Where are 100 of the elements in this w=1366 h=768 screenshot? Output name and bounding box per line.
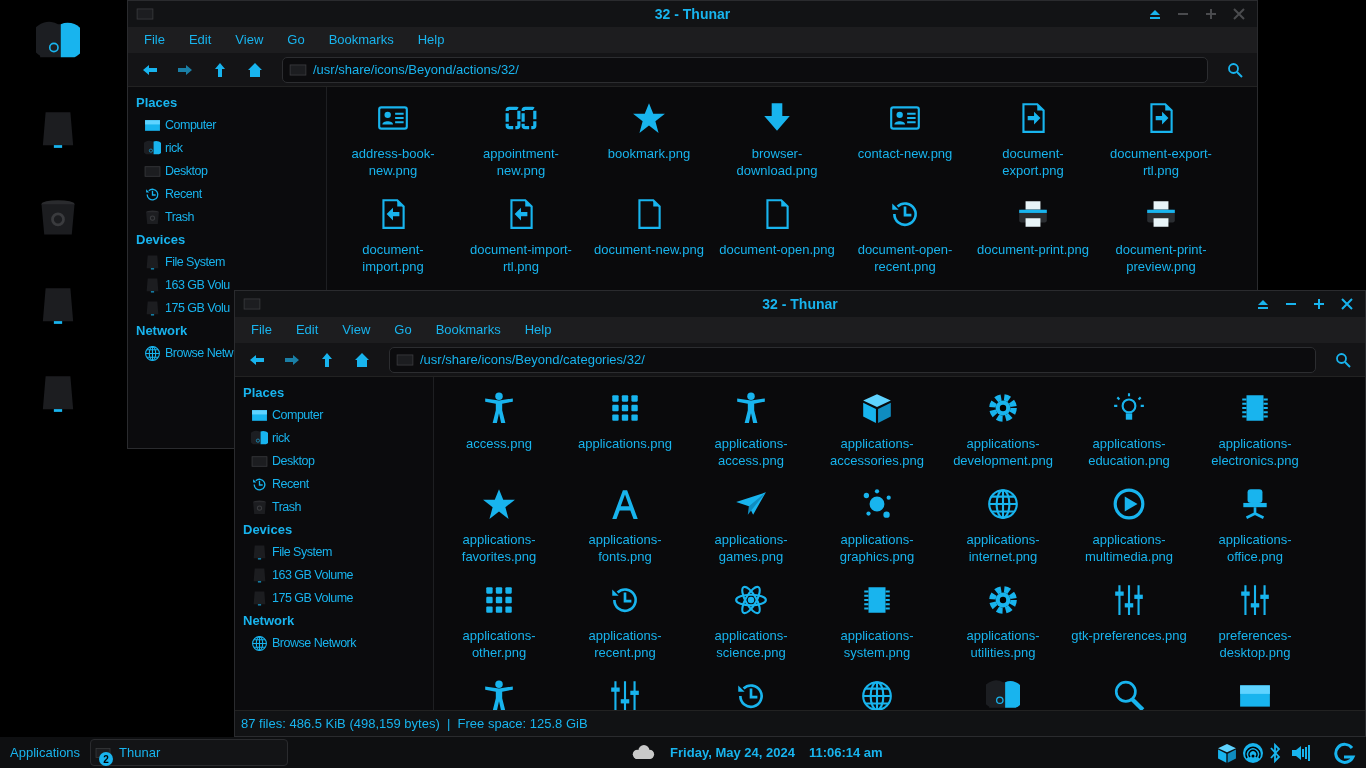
sidebar-item[interactable]: File System: [243, 541, 332, 564]
applications-menu[interactable]: Applications: [0, 742, 91, 763]
home-button[interactable]: [354, 351, 370, 368]
file-name: document-export-rtl.png: [1109, 145, 1213, 179]
sidebar-item[interactable]: 175 GB Volume: [243, 587, 354, 610]
menu-item[interactable]: Bookmarks: [328, 30, 394, 50]
sidebar-item[interactable]: rick: [136, 137, 183, 160]
location-path: /usr/share/icons/Beyond/categories/32/: [420, 350, 645, 369]
menu-item[interactable]: Help: [524, 320, 552, 340]
sidebar-item[interactable]: Recent: [243, 473, 309, 496]
window-title: 32 - Thunar: [654, 4, 731, 24]
person-icon: [482, 679, 516, 710]
sidebar-item[interactable]: Desktop: [243, 450, 315, 473]
task-button[interactable]: 2 Thunar: [90, 739, 289, 766]
person-icon: [482, 391, 516, 425]
file-name: document-import-rtl.png: [469, 241, 573, 275]
date-text: Friday, May 24, 2024: [670, 743, 795, 762]
wireless-icon[interactable]: [1242, 741, 1264, 764]
disc-icon: [251, 430, 268, 447]
search-button[interactable]: [1227, 61, 1243, 78]
monitor-icon: [251, 407, 268, 424]
sidebar-item[interactable]: File System: [136, 251, 225, 274]
location-field[interactable]: /usr/share/icons/Beyond/actions/32/: [282, 56, 1208, 83]
trash-icon: [251, 499, 268, 516]
file-name: document-open.png: [718, 241, 836, 258]
sliders-icon: [608, 679, 642, 710]
menu-item[interactable]: View: [235, 30, 264, 50]
menu-item[interactable]: Help: [417, 30, 445, 50]
menu-item[interactable]: View: [342, 320, 371, 340]
sidebar-heading: Places: [136, 94, 178, 113]
drive-icon: [251, 590, 268, 607]
home-button[interactable]: [247, 61, 263, 78]
file-name: applications.png: [577, 435, 673, 452]
eject-button[interactable]: [1257, 298, 1269, 310]
location-path: /usr/share/icons/Beyond/actions/32/: [313, 60, 519, 79]
close-button[interactable]: [1341, 298, 1353, 310]
file-name: applications-games.png: [713, 531, 789, 565]
sidebar-item[interactable]: 163 GB Volu: [136, 274, 230, 297]
sidebar-item[interactable]: Browse Netw: [136, 342, 234, 365]
menu-item[interactable]: Edit: [295, 320, 319, 340]
up-button[interactable]: [212, 61, 228, 78]
search-button[interactable]: [1335, 351, 1351, 368]
star-icon: [632, 101, 666, 135]
menu-item[interactable]: File: [251, 320, 272, 340]
sidebar-item[interactable]: Trash: [136, 206, 194, 229]
file-name: address-book-new.png: [350, 145, 436, 179]
menu-item[interactable]: Edit: [188, 30, 212, 50]
clock-icon: [144, 186, 161, 203]
up-button[interactable]: [319, 351, 335, 368]
sidebar-item[interactable]: Recent: [136, 183, 202, 206]
clock-icon: [251, 476, 268, 493]
file-name: applications-office.png: [1217, 531, 1293, 565]
sidebar-item[interactable]: Computer: [243, 404, 323, 427]
gear-icon: [986, 583, 1020, 617]
file-name: document-export.png: [1001, 145, 1065, 179]
dark-screen-icon: [144, 163, 161, 180]
sidebar-heading: Places: [243, 384, 285, 403]
sidebar-item[interactable]: 163 GB Volume: [243, 564, 354, 587]
file-name: applications-other.png: [461, 627, 537, 661]
globe-icon: [144, 345, 161, 362]
file-name: bookmark.png: [606, 145, 692, 162]
menu-item[interactable]: Bookmarks: [435, 320, 501, 340]
file-name: applications-access.png: [713, 435, 789, 469]
disc-icon: [144, 140, 161, 157]
sidebar-item[interactable]: Browse Network: [243, 632, 356, 655]
file-name: access.png: [465, 435, 533, 452]
file-name: browser-download.png: [735, 145, 819, 179]
file-name: applications-utilities.png: [965, 627, 1041, 661]
atom-icon: [734, 583, 768, 617]
maximize-button[interactable]: [1313, 298, 1325, 310]
sliders-icon: [1238, 583, 1272, 617]
eject-button[interactable]: [1149, 8, 1161, 20]
dark-screen-icon: [251, 453, 268, 470]
file-name: gtk-preferences.png: [1070, 627, 1188, 644]
sidebar-item[interactable]: Computer: [136, 114, 216, 137]
menu-item[interactable]: Go: [287, 30, 305, 50]
location-field[interactable]: /usr/share/icons/Beyond/categories/32/: [389, 346, 1316, 373]
monitor-icon: [144, 117, 161, 134]
sidebar-item[interactable]: Trash: [243, 496, 301, 519]
drive-icon: [144, 300, 161, 317]
file-name: applications-favorites.png: [460, 531, 538, 565]
file-name: applications-multimedia.png: [1083, 531, 1175, 565]
file-name: applications-accessories.png: [829, 435, 925, 469]
sidebar-item[interactable]: Desktop: [136, 160, 208, 183]
box-icon: [1216, 741, 1238, 764]
menu-item[interactable]: File: [144, 30, 165, 50]
sidebar-item[interactable]: 175 GB Volu: [136, 297, 230, 320]
sidebar-item[interactable]: rick: [243, 427, 290, 450]
bluetooth-icon[interactable]: [1268, 741, 1282, 764]
file-name: applications-recent.png: [587, 627, 663, 661]
gear-icon: [986, 391, 1020, 425]
globe-icon: [860, 679, 894, 710]
file-name: document-import.png: [361, 241, 425, 275]
file-name: appointment-new.png: [482, 145, 560, 179]
file-name: document-print.png: [976, 241, 1090, 258]
magnifier-icon: [1112, 679, 1146, 710]
menu-item[interactable]: Go: [394, 320, 412, 340]
globe-icon: [251, 635, 268, 652]
clock-text: 11:06:14 am: [808, 743, 883, 762]
file-name: applications-science.png: [713, 627, 789, 661]
